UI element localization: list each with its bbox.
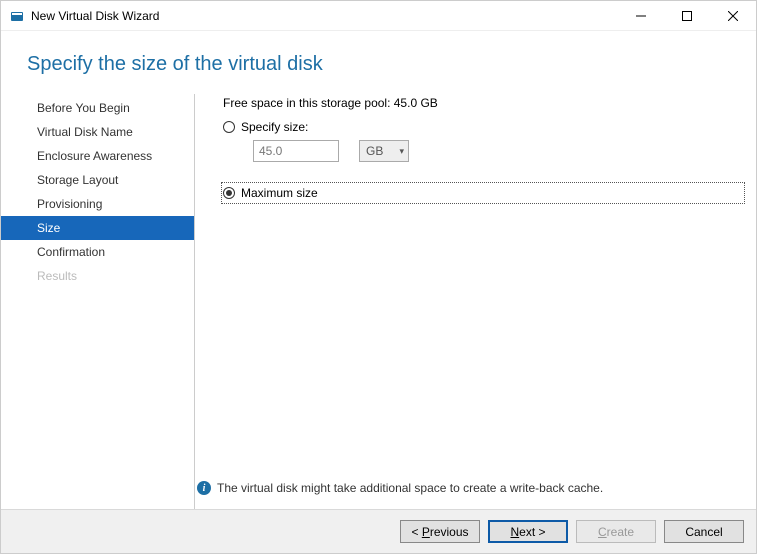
info-text: The virtual disk might take additional s… xyxy=(217,481,603,495)
free-space-label: Free space in this storage pool: 45.0 GB xyxy=(223,96,744,110)
minimize-button[interactable] xyxy=(618,1,664,30)
create-button: Create xyxy=(576,520,656,543)
step-enclosure-awareness[interactable]: Enclosure Awareness xyxy=(1,144,194,168)
titlebar: New Virtual Disk Wizard xyxy=(1,1,756,31)
info-icon: i xyxy=(197,481,211,495)
specify-size-label: Specify size: xyxy=(241,120,308,134)
size-value-input[interactable] xyxy=(253,140,339,162)
step-size[interactable]: Size xyxy=(1,216,194,240)
step-storage-layout[interactable]: Storage Layout xyxy=(1,168,194,192)
chevron-down-icon: ▾ xyxy=(399,146,404,157)
size-input-row: GB ▾ xyxy=(253,140,744,162)
radio-icon xyxy=(223,121,235,133)
step-before-you-begin[interactable]: Before You Begin xyxy=(1,96,194,120)
maximize-button[interactable] xyxy=(664,1,710,30)
window-title: New Virtual Disk Wizard xyxy=(31,9,159,23)
main-panel: Free space in this storage pool: 45.0 GB… xyxy=(195,94,744,509)
step-provisioning[interactable]: Provisioning xyxy=(1,192,194,216)
maximum-size-label: Maximum size xyxy=(241,186,318,200)
step-virtual-disk-name[interactable]: Virtual Disk Name xyxy=(1,120,194,144)
wizard-steps-sidebar: Before You Begin Virtual Disk Name Enclo… xyxy=(27,94,195,509)
footer-buttons: < Previous Next > Create Cancel xyxy=(1,509,756,553)
specify-size-radio[interactable]: Specify size: xyxy=(223,118,744,136)
cancel-button[interactable]: Cancel xyxy=(664,520,744,543)
window-controls xyxy=(618,1,756,30)
step-confirmation[interactable]: Confirmation xyxy=(1,240,194,264)
page-heading: Specify the size of the virtual disk xyxy=(1,31,756,94)
content: Specify the size of the virtual disk Bef… xyxy=(1,31,756,509)
previous-button[interactable]: < Previous xyxy=(400,520,480,543)
info-row: i The virtual disk might take additional… xyxy=(197,481,603,495)
close-button[interactable] xyxy=(710,1,756,30)
step-results: Results xyxy=(1,264,194,288)
size-unit-select[interactable]: GB ▾ xyxy=(359,140,409,162)
size-unit-value: GB xyxy=(366,144,383,158)
maximum-size-radio[interactable]: Maximum size xyxy=(223,184,743,202)
body: Before You Begin Virtual Disk Name Enclo… xyxy=(1,94,756,509)
next-button[interactable]: Next > xyxy=(488,520,568,543)
app-icon xyxy=(9,8,25,24)
radio-icon xyxy=(223,187,235,199)
